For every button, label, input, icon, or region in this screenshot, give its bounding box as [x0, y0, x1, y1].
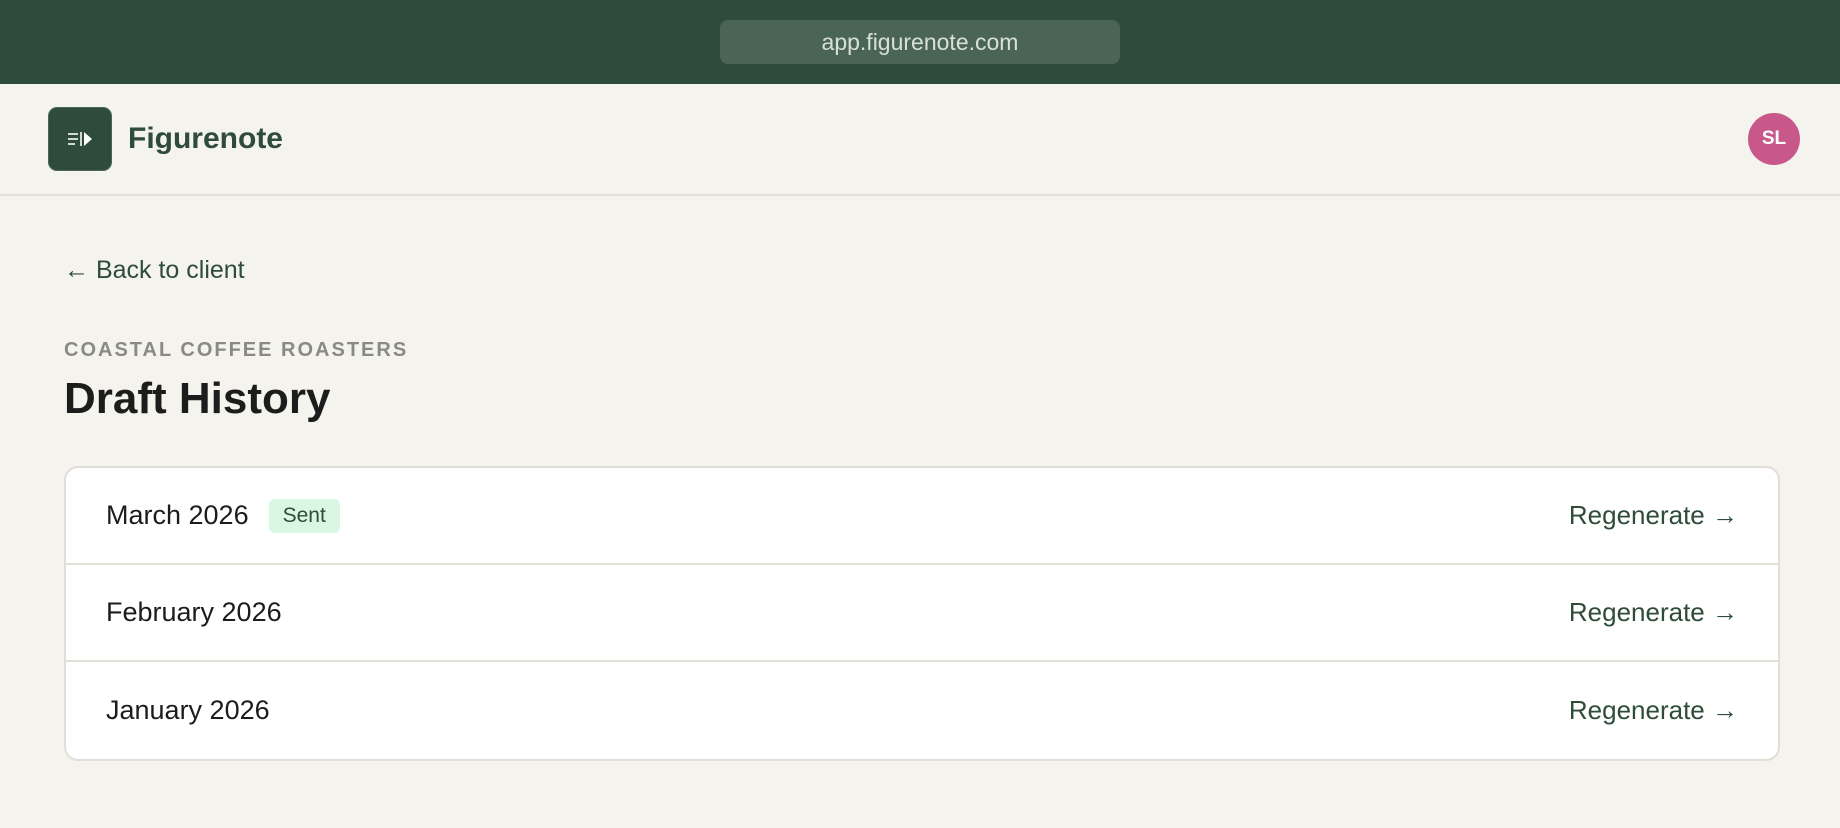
draft-row: February 2026 Regenerate →	[66, 565, 1778, 662]
regenerate-button[interactable]: Regenerate →	[1569, 695, 1738, 726]
draft-month: February 2026	[106, 597, 282, 627]
client-name: COASTAL COFFEE ROASTERS	[64, 339, 409, 361]
url-field[interactable]: app.figurenote.com	[720, 20, 1120, 64]
draft-month: January 2026	[106, 695, 270, 725]
document-play-icon	[48, 107, 112, 171]
status-badge: Sent	[268, 498, 340, 533]
regenerate-button[interactable]: Regenerate →	[1569, 597, 1738, 628]
app-header: Figurenote SL	[0, 84, 1840, 196]
draft-info: February 2026	[106, 597, 282, 628]
draft-row: March 2026 Sent Regenerate →	[66, 468, 1778, 565]
regenerate-button[interactable]: Regenerate →	[1569, 500, 1738, 531]
back-to-client-link[interactable]: ← Back to client	[64, 256, 245, 285]
brand-name: Figurenote	[128, 122, 283, 155]
page-title: Draft History	[64, 374, 331, 423]
brand[interactable]: Figurenote	[48, 107, 283, 171]
main-content: ← Back to client COASTAL COFFEE ROASTERS…	[0, 196, 1840, 761]
draft-month: March 2026	[106, 500, 249, 530]
avatar[interactable]: SL	[1748, 113, 1800, 165]
draft-list: March 2026 Sent Regenerate → February 20…	[64, 466, 1780, 761]
draft-row: January 2026 Regenerate →	[66, 662, 1778, 759]
browser-bar: app.figurenote.com	[0, 0, 1840, 84]
draft-info: March 2026 Sent	[106, 498, 340, 533]
draft-info: January 2026	[106, 695, 270, 726]
